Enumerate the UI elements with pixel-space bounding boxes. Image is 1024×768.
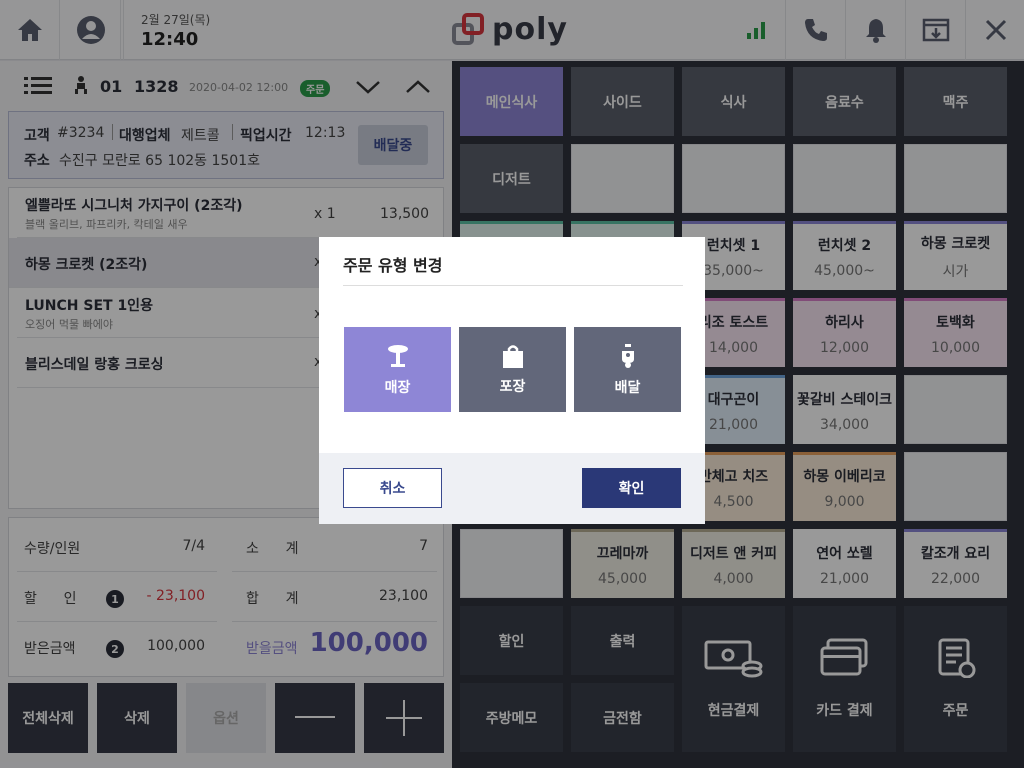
option-label: 포장 [499, 378, 526, 395]
option-label: 배달 [614, 379, 641, 396]
table-icon [387, 344, 408, 367]
scooter-icon [621, 343, 634, 368]
dialog-title: 주문 유형 변경 [343, 256, 443, 275]
shopping-bag-icon [502, 344, 523, 368]
option-delivery[interactable]: 배달 [574, 327, 681, 412]
cancel-button[interactable]: 취소 [343, 468, 442, 508]
dialog-footer: 취소 확인 [319, 453, 705, 524]
order-type-dialog: 주문 유형 변경 매장 포장 배달 취소 확인 [319, 237, 705, 524]
option-takeout[interactable]: 포장 [459, 327, 566, 412]
option-label: 매장 [384, 379, 411, 396]
confirm-button[interactable]: 확인 [582, 468, 681, 508]
option-dine-in[interactable]: 매장 [344, 327, 451, 412]
